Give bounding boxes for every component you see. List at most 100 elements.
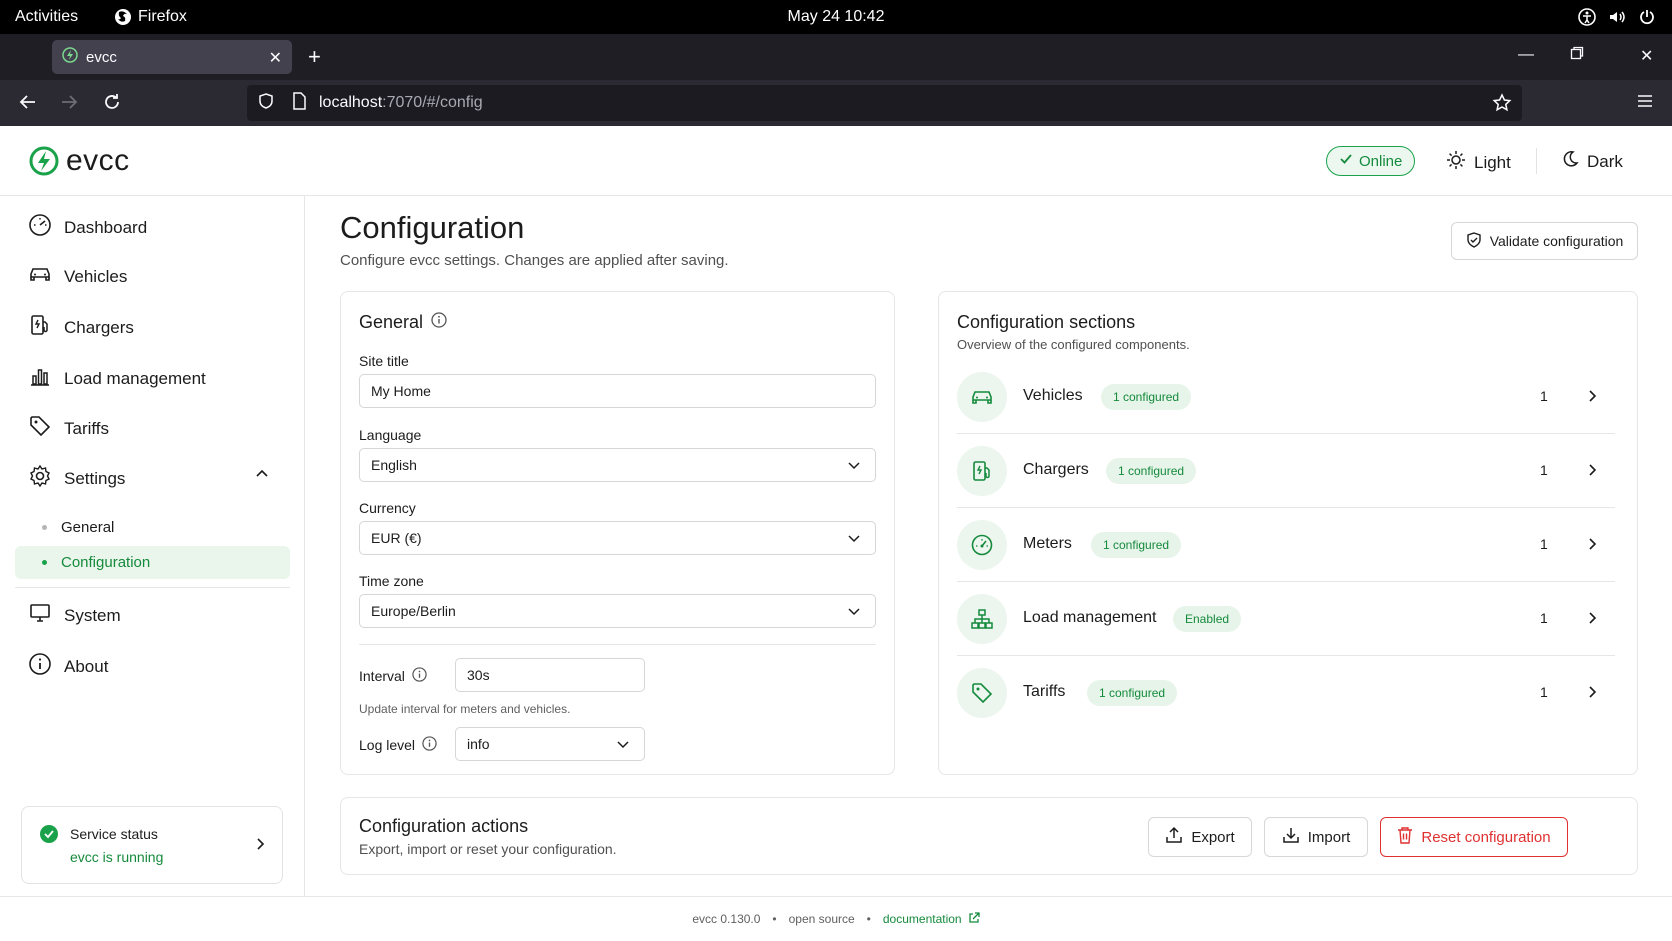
- currency-select[interactable]: EUR (€): [359, 521, 876, 555]
- language-select[interactable]: English: [359, 448, 876, 482]
- sidebar-item-settings[interactable]: Settings: [28, 464, 273, 493]
- restore-icon[interactable]: [1570, 46, 1584, 65]
- loglevel-select[interactable]: info: [455, 727, 645, 761]
- tag-icon: [28, 414, 52, 443]
- clock[interactable]: May 24 10:42: [0, 8, 1672, 26]
- reset-configuration-button[interactable]: Reset configuration: [1380, 817, 1568, 857]
- sidebar-item-tariffs[interactable]: Tariffs: [28, 414, 109, 443]
- section-count: 1: [1540, 536, 1548, 552]
- general-divider: [359, 644, 876, 645]
- interval-input[interactable]: 30s: [455, 658, 645, 692]
- section-row-load-management[interactable]: Load management Enabled 1: [957, 582, 1615, 656]
- general-title-text: General: [359, 312, 424, 332]
- section-count: 1: [1540, 610, 1548, 626]
- info-icon[interactable]: [431, 312, 447, 333]
- url-host: localhost: [319, 94, 383, 111]
- power-icon[interactable]: [1638, 8, 1656, 26]
- currency-label: Currency: [359, 500, 416, 516]
- configuration-sections-card: Configuration sections Overview of the c…: [938, 291, 1638, 775]
- service-status-card[interactable]: Service status evcc is running: [21, 806, 283, 884]
- chevron-up-icon[interactable]: [255, 466, 269, 486]
- brand-logo[interactable]: evcc: [28, 144, 130, 178]
- export-button[interactable]: Export: [1148, 817, 1252, 857]
- section-count: 1: [1540, 462, 1548, 478]
- sidebar-item-dashboard[interactable]: Dashboard: [28, 213, 147, 242]
- forward-icon[interactable]: [59, 92, 79, 117]
- actions-subtitle: Export, import or reset your configurati…: [359, 841, 617, 857]
- info-icon[interactable]: [412, 667, 427, 685]
- info-icon: [28, 652, 52, 681]
- timezone-select[interactable]: Europe/Berlin: [359, 594, 876, 628]
- interval-label: Interval: [359, 668, 405, 684]
- chevron-right-icon: [1587, 388, 1599, 409]
- service-status-title: Service status: [70, 826, 158, 842]
- sidebar-item-vehicles[interactable]: Vehicles: [28, 262, 127, 291]
- gauge-icon: [957, 520, 1007, 570]
- download-icon: [1282, 826, 1300, 848]
- page-subtitle: Configure evcc settings. Changes are app…: [340, 252, 729, 269]
- sidebar-item-chargers[interactable]: Chargers: [28, 313, 134, 342]
- general-card: General Site title My Home Language Engl…: [340, 291, 895, 775]
- accessibility-icon[interactable]: [1578, 8, 1596, 26]
- back-icon[interactable]: [18, 92, 38, 117]
- section-row-tariffs[interactable]: Tariffs 1 configured 1: [957, 656, 1615, 730]
- section-name: Meters: [1023, 535, 1072, 552]
- section-count: 1: [1540, 684, 1548, 700]
- section-name: Load management: [1023, 609, 1157, 626]
- browser-tab-strip: evcc ✕: [0, 34, 1672, 80]
- app-footer: evcc 0.130.0 • open source • documentati…: [0, 896, 1672, 941]
- section-row-meters[interactable]: Meters 1 configured 1: [957, 508, 1615, 582]
- url-bar[interactable]: localhost :7070/#/config: [247, 85, 1522, 121]
- section-badge: 1 configured: [1087, 680, 1178, 706]
- import-button[interactable]: Import: [1264, 817, 1368, 857]
- footer-documentation-link[interactable]: documentation: [883, 911, 980, 927]
- close-tab-icon[interactable]: ✕: [269, 48, 282, 68]
- volume-icon[interactable]: [1608, 8, 1626, 26]
- tab-title: evcc: [86, 48, 117, 66]
- browser-tab[interactable]: evcc ✕: [52, 40, 292, 74]
- shield-icon[interactable]: [257, 92, 275, 115]
- url-path: :7070/#/config: [382, 94, 483, 111]
- language-label: Language: [359, 427, 422, 443]
- site-title-input[interactable]: My Home: [359, 374, 876, 408]
- footer-separator: •: [772, 912, 777, 926]
- validate-configuration-label: Validate configuration: [1489, 233, 1624, 249]
- dashboard-icon: [28, 213, 52, 242]
- sidebar-subitem-general[interactable]: General: [15, 511, 290, 544]
- site-title-label: Site title: [359, 353, 409, 369]
- sidebar-item-label: System: [64, 605, 121, 625]
- sidebar-item-label: Load management: [64, 368, 206, 388]
- sidebar-item-load-management[interactable]: Load management: [28, 364, 206, 393]
- light-theme-button[interactable]: Light: [1446, 150, 1511, 175]
- close-window-icon[interactable]: ✕: [1640, 46, 1653, 66]
- menu-icon[interactable]: [1636, 92, 1654, 115]
- bullet-icon: [42, 525, 47, 530]
- general-card-title: General: [359, 312, 447, 333]
- chevron-down-icon: [847, 458, 861, 475]
- page-title: Configuration: [340, 210, 525, 245]
- section-name: Chargers: [1023, 461, 1089, 478]
- main-content: Configuration Configure evcc settings. C…: [305, 196, 1672, 896]
- chevron-right-icon: [1587, 536, 1599, 557]
- moon-icon: [1561, 150, 1579, 173]
- new-tab-icon[interactable]: +: [308, 44, 321, 70]
- gear-icon: [28, 464, 52, 493]
- minimize-icon[interactable]: —: [1518, 46, 1534, 64]
- external-link-icon: [968, 911, 980, 927]
- validate-configuration-button[interactable]: Validate configuration: [1451, 222, 1638, 260]
- page-icon[interactable]: [291, 91, 307, 115]
- chevron-down-icon: [616, 737, 630, 754]
- bookmark-star-icon[interactable]: [1492, 93, 1512, 118]
- sidebar-subitem-configuration[interactable]: Configuration: [15, 546, 290, 579]
- section-row-chargers[interactable]: Chargers 1 configured 1: [957, 434, 1615, 508]
- footer-open-source[interactable]: open source: [789, 912, 855, 926]
- reload-icon[interactable]: [102, 92, 122, 117]
- info-icon[interactable]: [422, 736, 437, 754]
- check-icon: [1339, 152, 1353, 170]
- dark-theme-button[interactable]: Dark: [1561, 150, 1623, 173]
- sidebar-item-about[interactable]: About: [28, 652, 108, 681]
- sidebar-item-label: Chargers: [64, 317, 134, 337]
- evcc-logo-icon: [29, 146, 59, 176]
- section-row-vehicles[interactable]: Vehicles 1 configured 1: [957, 360, 1615, 434]
- sidebar-item-system[interactable]: System: [28, 601, 121, 630]
